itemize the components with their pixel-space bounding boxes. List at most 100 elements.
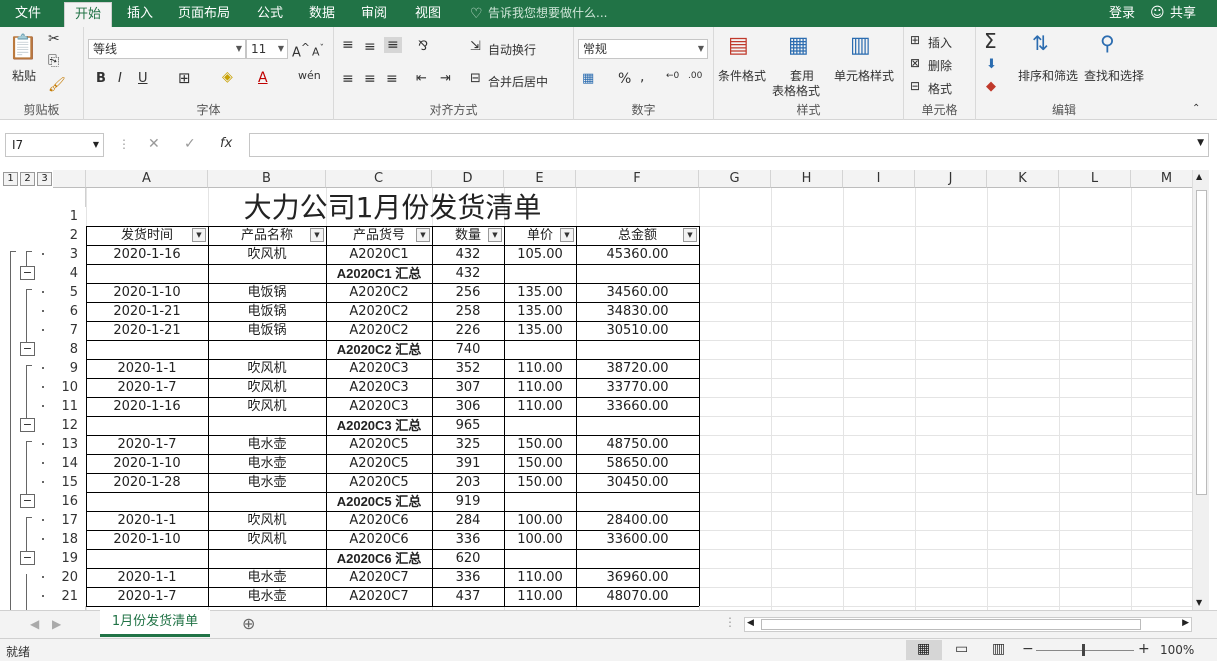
- login-link[interactable]: 登录: [1102, 0, 1142, 27]
- merge-icon[interactable]: ⊟: [470, 71, 481, 86]
- format-table-button[interactable]: 表格格式: [772, 82, 820, 99]
- table-cell[interactable]: A2020C3: [326, 378, 432, 397]
- border-icon[interactable]: ⊞: [178, 69, 191, 87]
- table-cell[interactable]: [86, 492, 208, 511]
- table-cell[interactable]: 437: [432, 587, 504, 606]
- table-cell[interactable]: [504, 264, 576, 283]
- row-header[interactable]: 20: [53, 568, 86, 587]
- align-bottom-icon[interactable]: ≡: [384, 37, 402, 53]
- delete-cells-icon[interactable]: ⊠: [910, 56, 920, 70]
- table-cell[interactable]: 33600.00: [576, 530, 699, 549]
- wrap-text-button[interactable]: 自动换行: [488, 41, 536, 58]
- insert-cells-icon[interactable]: ⊞: [910, 33, 920, 47]
- table-cell[interactable]: A2020C6: [326, 511, 432, 530]
- table-cell[interactable]: [86, 340, 208, 359]
- table-cell[interactable]: 吹风机: [208, 245, 326, 264]
- row-header[interactable]: 16: [53, 492, 86, 511]
- table-cell[interactable]: 30450.00: [576, 473, 699, 492]
- table-cell[interactable]: 150.00: [504, 454, 576, 473]
- table-cell[interactable]: 吹风机: [208, 530, 326, 549]
- table-cell[interactable]: 432: [432, 264, 504, 283]
- scroll-right-icon[interactable]: ▶: [1182, 618, 1189, 628]
- table-cell[interactable]: 48750.00: [576, 435, 699, 454]
- table-cell[interactable]: 284: [432, 511, 504, 530]
- table-cell[interactable]: A2020C6: [326, 530, 432, 549]
- tab-view[interactable]: 视图: [408, 0, 448, 27]
- tab-data[interactable]: 数据: [302, 0, 342, 27]
- table-cell[interactable]: 307: [432, 378, 504, 397]
- table-cell[interactable]: [576, 264, 699, 283]
- table-cell[interactable]: 30510.00: [576, 321, 699, 340]
- percent-icon[interactable]: %: [618, 71, 631, 87]
- table-cell[interactable]: A2020C2: [326, 302, 432, 321]
- table-cell[interactable]: 325: [432, 435, 504, 454]
- filter-dropdown-icon[interactable]: ▼: [560, 228, 574, 242]
- table-cell[interactable]: A2020C7: [326, 568, 432, 587]
- outline-level-2[interactable]: 2: [20, 172, 35, 186]
- table-cell[interactable]: [208, 264, 326, 283]
- table-cell[interactable]: 919: [432, 492, 504, 511]
- table-cell[interactable]: 2020-1-1: [86, 359, 208, 378]
- table-cell[interactable]: A2020C1: [326, 245, 432, 264]
- row-header[interactable]: 8: [53, 340, 86, 359]
- filter-dropdown-icon[interactable]: ▼: [488, 228, 502, 242]
- table-cell[interactable]: 110.00: [504, 587, 576, 606]
- vertical-scrollbar[interactable]: ▲ ▼: [1192, 170, 1209, 610]
- collapse-group-button[interactable]: −: [20, 342, 35, 356]
- format-cells-button[interactable]: 格式: [928, 80, 952, 97]
- wrap-text-icon[interactable]: ⇲: [470, 39, 481, 54]
- table-cell[interactable]: 吹风机: [208, 359, 326, 378]
- find-select-icon[interactable]: ⚲: [1100, 31, 1115, 55]
- align-center-icon[interactable]: ≡: [364, 71, 376, 87]
- normal-view-icon[interactable]: ▦: [906, 640, 942, 660]
- tab-review[interactable]: 审阅: [354, 0, 394, 27]
- table-cell[interactable]: [576, 340, 699, 359]
- format-table-icon[interactable]: ▦: [788, 33, 809, 58]
- outline-level-1[interactable]: 1: [3, 172, 18, 186]
- orientation-icon[interactable]: ⅋: [418, 39, 428, 54]
- format-cells-icon[interactable]: ⊟: [910, 79, 920, 93]
- collapse-group-button[interactable]: −: [20, 494, 35, 508]
- font-size-select[interactable]: 11 ▼: [246, 39, 288, 59]
- table-cell[interactable]: A2020C3 汇总: [326, 416, 432, 435]
- row-header[interactable]: 18: [53, 530, 86, 549]
- table-cell[interactable]: 135.00: [504, 283, 576, 302]
- table-cell[interactable]: 110.00: [504, 378, 576, 397]
- tab-formulas[interactable]: 公式: [250, 0, 290, 27]
- table-cell[interactable]: 2020-1-7: [86, 435, 208, 454]
- table-cell[interactable]: 2020-1-7: [86, 587, 208, 606]
- table-cell[interactable]: [208, 549, 326, 568]
- collapse-group-button[interactable]: −: [20, 418, 35, 432]
- increase-decimal-icon[interactable]: ←0: [666, 71, 679, 81]
- zoom-level[interactable]: 100%: [1160, 643, 1194, 657]
- row-header[interactable]: 21: [53, 587, 86, 606]
- table-cell[interactable]: 2020-1-1: [86, 511, 208, 530]
- table-cell[interactable]: 28400.00: [576, 511, 699, 530]
- column-header-e[interactable]: E: [504, 170, 576, 188]
- table-cell[interactable]: 吹风机: [208, 511, 326, 530]
- row-header[interactable]: 11: [53, 397, 86, 416]
- zoom-slider[interactable]: [1036, 650, 1134, 651]
- tab-insert[interactable]: 插入: [120, 0, 160, 27]
- column-header-k[interactable]: K: [987, 170, 1059, 188]
- table-cell[interactable]: 110.00: [504, 568, 576, 587]
- autosum-icon[interactable]: Σ: [984, 29, 997, 53]
- name-box[interactable]: I7 ▼: [5, 133, 104, 157]
- collapse-group-button[interactable]: −: [20, 266, 35, 280]
- tab-home[interactable]: 开始: [64, 2, 112, 27]
- table-cell[interactable]: 620: [432, 549, 504, 568]
- column-header-b[interactable]: B: [208, 170, 326, 188]
- currency-icon[interactable]: ▦: [582, 71, 594, 86]
- table-cell[interactable]: 38720.00: [576, 359, 699, 378]
- table-cell[interactable]: 2020-1-21: [86, 302, 208, 321]
- table-cell[interactable]: 吹风机: [208, 378, 326, 397]
- table-cell[interactable]: 226: [432, 321, 504, 340]
- sort-filter-button[interactable]: 排序和筛选: [1018, 67, 1078, 84]
- table-cell[interactable]: A2020C3: [326, 359, 432, 378]
- table-cell[interactable]: [576, 416, 699, 435]
- table-cell[interactable]: [576, 549, 699, 568]
- row-header[interactable]: 5: [53, 283, 86, 302]
- zoom-in-icon[interactable]: +: [1138, 641, 1150, 657]
- table-cell[interactable]: 2020-1-16: [86, 245, 208, 264]
- table-cell[interactable]: 391: [432, 454, 504, 473]
